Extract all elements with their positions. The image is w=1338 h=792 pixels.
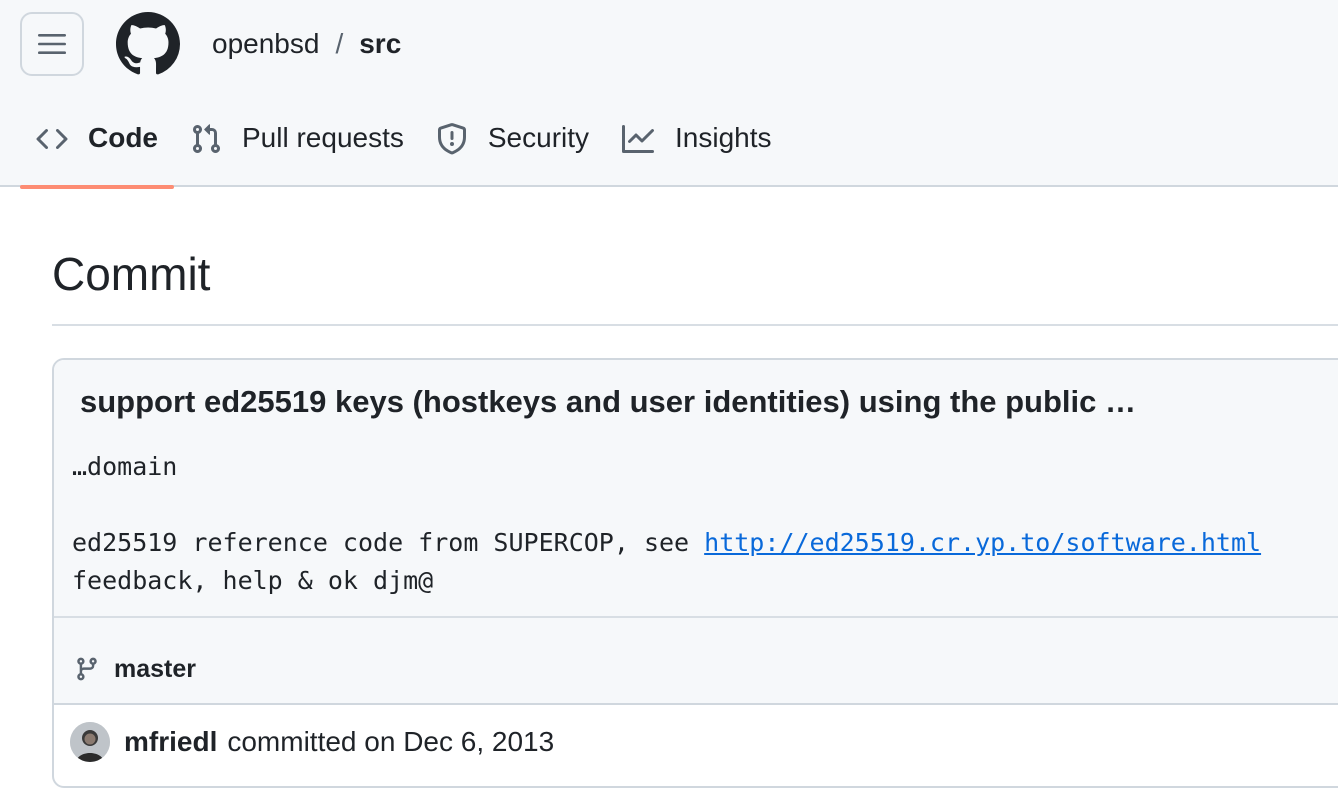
git-pull-request-icon xyxy=(192,124,221,154)
repo-nav-tabs: Code Pull requests Security Insights xyxy=(20,112,788,189)
tab-insights-label: Insights xyxy=(675,122,772,153)
repo-header: openbsd / src Code Pull requests Securit… xyxy=(0,0,1338,189)
breadcrumb: openbsd / src xyxy=(212,26,401,62)
commit-body-line-1: …domain xyxy=(72,452,178,481)
tab-code[interactable]: Code xyxy=(20,112,174,189)
divider xyxy=(54,703,1338,705)
tab-pull-requests-label: Pull requests xyxy=(242,122,404,153)
hamburger-icon xyxy=(38,34,66,54)
branch-label[interactable]: master xyxy=(74,654,196,684)
commit-body-link[interactable]: http://ed25519.cr.yp.to/software.html xyxy=(704,528,1261,557)
code-icon xyxy=(36,128,68,150)
divider xyxy=(52,324,1338,326)
commit-body-line-3: feedback, help & ok djm@ xyxy=(72,566,434,595)
breadcrumb-separator: / xyxy=(335,28,344,59)
tab-security[interactable]: Security xyxy=(420,112,605,187)
graph-icon xyxy=(622,125,655,153)
author-link[interactable]: mfriedl xyxy=(124,726,217,758)
divider xyxy=(54,616,1338,618)
repo-name-link[interactable]: src xyxy=(359,26,401,62)
page-title: Commit xyxy=(52,248,211,300)
commit-title: support ed25519 keys (hostkeys and user … xyxy=(80,384,1136,419)
tab-security-label: Security xyxy=(487,122,590,153)
github-logo-icon[interactable] xyxy=(116,12,180,76)
commit-date-text: committed on Dec 6, 2013 xyxy=(227,726,555,757)
shield-icon xyxy=(437,123,466,155)
menu-button[interactable] xyxy=(20,12,84,76)
commit-message-body: …domain ed25519 reference code from SUPE… xyxy=(72,448,1261,600)
commit-author-row: mfriedl committed on Dec 6, 2013 xyxy=(70,722,554,762)
tab-insights[interactable]: Insights xyxy=(605,112,788,187)
commit-header: support ed25519 keys (hostkeys and user … xyxy=(54,360,1338,705)
avatar-image xyxy=(70,722,110,762)
tab-code-label: Code xyxy=(88,122,158,153)
git-branch-icon xyxy=(77,657,97,681)
repo-owner-link[interactable]: openbsd xyxy=(212,26,319,62)
tab-pull-requests[interactable]: Pull requests xyxy=(174,112,420,187)
branch-name: master xyxy=(114,654,196,683)
commit-card: support ed25519 keys (hostkeys and user … xyxy=(52,358,1338,788)
avatar[interactable] xyxy=(70,722,110,762)
commit-body-line-2: ed25519 reference code from SUPERCOP, se… xyxy=(72,528,705,557)
